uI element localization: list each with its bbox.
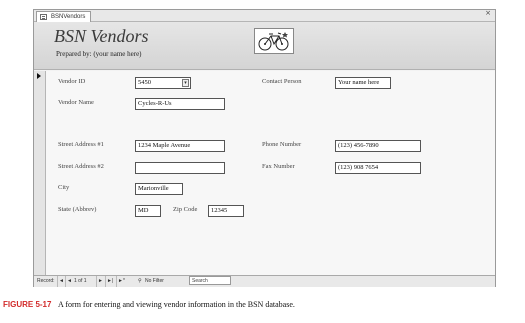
- vendor-id-field[interactable]: 5450 ▾: [135, 77, 191, 89]
- tab-label: BSNVendors: [51, 14, 86, 20]
- street-address-1-label: Street Address #1: [58, 141, 104, 148]
- dropdown-arrow-icon[interactable]: ▾: [182, 79, 189, 87]
- close-icon[interactable]: ×: [485, 9, 491, 17]
- fax-number-label: Fax Number: [262, 163, 295, 170]
- record-navigation-bar: Record: ◄ ◄ 1 of 1 ► ►| ►* ⚲ No Filter S…: [34, 275, 495, 287]
- state-field[interactable]: MD: [135, 205, 161, 217]
- document-tab-bar: BSNVendors ×: [34, 9, 495, 22]
- current-record-icon: [37, 73, 41, 79]
- record-selector[interactable]: [34, 71, 46, 275]
- phone-number-label: Phone Number: [262, 141, 302, 148]
- form-detail: Vendor ID 5450 ▾ Vendor Name Cycles-R-Us…: [46, 71, 495, 275]
- record-label: Record:: [37, 278, 55, 284]
- no-filter-button[interactable]: No Filter: [145, 276, 164, 287]
- city-label: City: [58, 184, 70, 191]
- new-record-button[interactable]: ►*: [116, 276, 126, 287]
- form-window: BSNVendors × BSN Vendors Prepared by: (y…: [33, 9, 496, 287]
- state-label: State (Abbrev): [58, 206, 97, 213]
- page-title: BSN Vendors: [54, 26, 149, 46]
- form-header: BSN Vendors Prepared by: (your name here…: [34, 22, 495, 70]
- contact-person-field[interactable]: Your name here: [335, 77, 391, 89]
- caption-text: A form for entering and viewing vendor i…: [58, 300, 295, 309]
- last-record-button[interactable]: ►|: [105, 276, 114, 287]
- fax-number-field[interactable]: (123) 908 7654: [335, 162, 421, 174]
- form-icon: [40, 14, 47, 20]
- figure-number: FIGURE 5-17: [3, 300, 52, 309]
- street-address-1-field[interactable]: 1234 Maple Avenue: [135, 140, 225, 152]
- street-address-2-field[interactable]: [135, 162, 225, 174]
- page-subtitle: Prepared by: (your name here): [56, 50, 142, 58]
- vendor-name-field[interactable]: Cycles-R-Us: [135, 98, 225, 110]
- record-position[interactable]: 1 of 1: [74, 276, 87, 287]
- tab-bsnvendors[interactable]: BSNVendors: [36, 11, 92, 22]
- previous-record-button[interactable]: ◄: [65, 276, 73, 287]
- next-record-button[interactable]: ►: [96, 276, 104, 287]
- phone-number-field[interactable]: (123) 456-7890: [335, 140, 421, 152]
- filter-icon: ⚲: [138, 278, 142, 284]
- vendor-name-label: Vendor Name: [58, 99, 94, 106]
- vendor-id-value: 5450: [138, 79, 151, 86]
- vendor-id-label: Vendor ID: [58, 78, 86, 85]
- street-address-2-label: Street Address #2: [58, 163, 104, 170]
- zip-code-field[interactable]: 12345: [208, 205, 244, 217]
- bicycle-logo-icon: [254, 28, 294, 54]
- first-record-button[interactable]: ◄: [57, 276, 65, 287]
- city-field[interactable]: Marionville: [135, 183, 183, 195]
- figure-caption: FIGURE 5-17 A form for entering and view…: [3, 300, 295, 309]
- zip-code-label: Zip Code: [173, 206, 198, 213]
- contact-person-label: Contact Person: [262, 78, 302, 85]
- search-input[interactable]: Search: [189, 276, 231, 285]
